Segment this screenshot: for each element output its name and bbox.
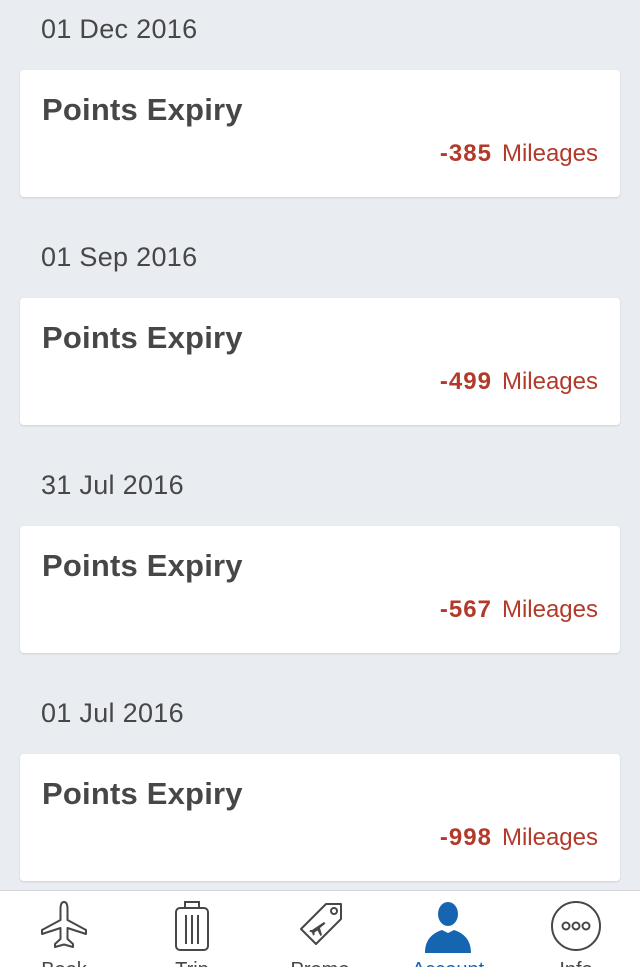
card-amount: -385 Mileages: [440, 140, 598, 168]
person-icon: [425, 902, 471, 953]
tab-label: Info: [512, 959, 640, 967]
card-title: Points Expiry: [42, 548, 243, 583]
entry-date: 01 Jul 2016: [41, 698, 184, 728]
luggage-icon: [175, 901, 209, 951]
tag-icon: [300, 903, 342, 945]
card-title: Points Expiry: [42, 776, 243, 811]
tab-book[interactable]: Book: [0, 891, 128, 967]
activity-card[interactable]: Points Expiry -499 Mileages: [20, 298, 620, 425]
tab-label: Trip: [128, 959, 256, 967]
amount-unit: Mileages: [501, 824, 598, 851]
amount-value: -998: [439, 824, 492, 851]
activity-card[interactable]: Points Expiry -567 Mileages: [20, 526, 620, 653]
tab-label: Promo: [256, 959, 384, 967]
amount-value: -385: [439, 140, 492, 167]
card-title: Points Expiry: [42, 92, 243, 127]
card-amount: -998 Mileages: [440, 824, 598, 852]
activity-feed: 01 Dec 2016 Points Expiry -385 Mileages 0…: [0, 0, 640, 890]
amount-value: -567: [439, 596, 492, 623]
tab-promo[interactable]: Promo: [256, 891, 384, 967]
bottom-tab-bar: Book Trip Promo Account: [0, 890, 640, 967]
tab-label: Book: [0, 959, 128, 967]
airplane-icon: [41, 901, 87, 948]
card-amount: -567 Mileages: [440, 596, 598, 624]
amount-unit: Mileages: [501, 140, 598, 167]
tab-label: Account: [384, 959, 512, 967]
entry-date: 31 Jul 2016: [41, 470, 184, 500]
entry-date: 01 Dec 2016: [41, 14, 198, 44]
entry-date: 01 Sep 2016: [41, 242, 198, 272]
more-icon: [551, 901, 601, 951]
amount-unit: Mileages: [501, 596, 598, 623]
activity-card[interactable]: Points Expiry -385 Mileages: [20, 70, 620, 197]
activity-card[interactable]: Points Expiry -998 Mileages: [20, 754, 620, 881]
amount-unit: Mileages: [501, 368, 598, 395]
tab-info[interactable]: Info: [512, 891, 640, 967]
amount-value: -499: [439, 368, 492, 395]
card-amount: -499 Mileages: [440, 368, 598, 396]
tab-account[interactable]: Account: [384, 891, 512, 967]
card-title: Points Expiry: [42, 320, 243, 355]
tab-trip[interactable]: Trip: [128, 891, 256, 967]
